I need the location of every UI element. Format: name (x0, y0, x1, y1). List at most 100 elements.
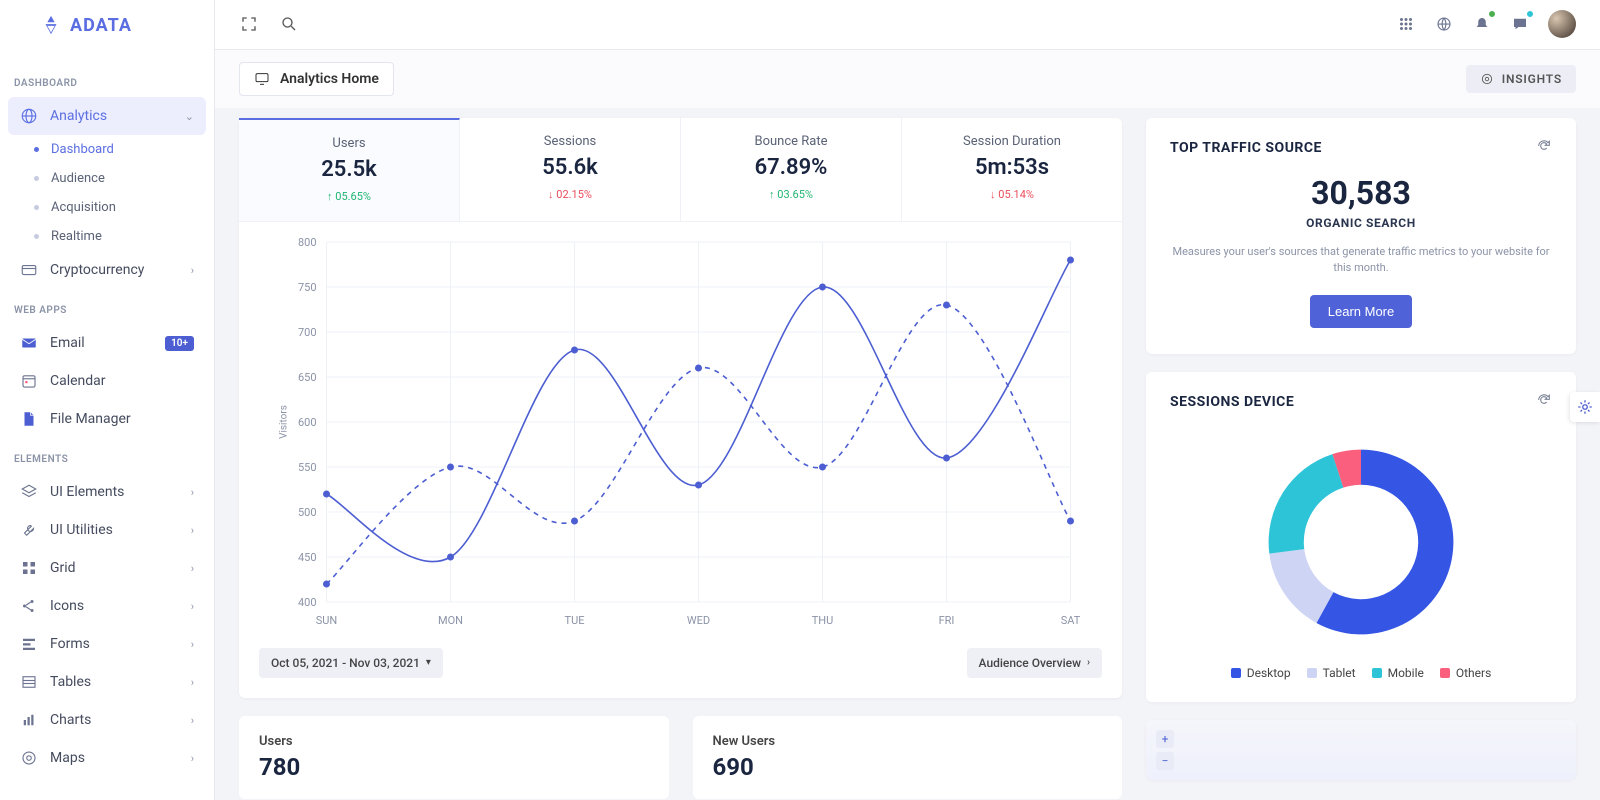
brand-text: ADATA (70, 15, 132, 36)
message-icon[interactable] (1510, 14, 1530, 34)
sidebar-item-calendar[interactable]: Calendar (8, 362, 206, 400)
refresh-icon[interactable] (1536, 138, 1552, 158)
sidebar-heading-webapps: WEB APPS (14, 305, 200, 316)
metric-value: 55.6k (468, 155, 672, 180)
map-icon (20, 749, 38, 767)
sidebar-item-grid[interactable]: Grid › (8, 549, 206, 587)
card-title: SESSIONS DEVICE (1170, 394, 1294, 410)
sidebar-item-icons[interactable]: Icons › (8, 587, 206, 625)
svg-text:450: 450 (298, 551, 317, 564)
legend-swatch (1372, 668, 1382, 678)
sidebar-item-ui-elements[interactable]: UI Elements › (8, 473, 206, 511)
svg-text:400: 400 (298, 596, 317, 609)
zoom-in-button[interactable]: + (1156, 730, 1174, 748)
brand-logo[interactable]: ADATA (0, 0, 214, 50)
audience-overview-button[interactable]: Audience Overview › (967, 648, 1102, 678)
sidebar-sub-audience[interactable]: Audience (16, 164, 206, 193)
card-title: TOP TRAFFIC SOURCE (1170, 140, 1322, 156)
mini-label: Users (259, 734, 649, 749)
metric-delta: ↓ 02.15% (468, 188, 672, 201)
file-icon (20, 410, 38, 428)
sidebar-item-label: UI Elements (50, 484, 124, 500)
legend-item-tablet[interactable]: Tablet (1307, 666, 1356, 680)
sidebar-item-analytics[interactable]: Analytics ⌄ (8, 97, 206, 135)
metric-value: 5m:53s (910, 155, 1114, 180)
map-card: + − (1146, 720, 1576, 780)
donut-chart (1251, 432, 1471, 652)
metric-tab-session-duration[interactable]: Session Duration5m:53s↓ 05.14% (902, 118, 1122, 221)
sidebar-item-email[interactable]: Email 10+ (8, 324, 206, 362)
sidebar-item-label: Cryptocurrency (50, 262, 144, 278)
fullscreen-icon[interactable] (239, 14, 259, 34)
wrench-icon (20, 521, 38, 539)
legend-swatch (1440, 668, 1450, 678)
metric-tab-bounce-rate[interactable]: Bounce Rate 67.89% ↑ 03.65% (681, 118, 902, 221)
metric-value: 25.5k (247, 157, 451, 182)
table-icon (20, 673, 38, 691)
bell-icon[interactable] (1472, 14, 1492, 34)
svg-text:THU: THU (812, 614, 834, 627)
email-badge: 10+ (165, 336, 194, 351)
svg-text:FRI: FRI (939, 614, 955, 627)
metric-label: Session Duration (910, 134, 1114, 149)
globe-icon (20, 107, 38, 125)
sidebar-item-label: Forms (50, 636, 90, 652)
target-icon (1480, 72, 1494, 86)
sidebar-sub-acquisition[interactable]: Acquisition (16, 193, 206, 222)
card-icon (20, 261, 38, 279)
chevron-right-icon: › (191, 676, 194, 689)
sidebar-item-maps[interactable]: Maps › (8, 739, 206, 777)
mini-value: 780 (259, 753, 649, 781)
message-badge (1526, 10, 1534, 18)
share-icon (20, 597, 38, 615)
visitors-chart: 400450500550600650700750800SUNMONTUEWEDT… (259, 232, 1102, 632)
zoom-out-button[interactable]: − (1156, 752, 1174, 770)
metric-tab-sessions[interactable]: Sessions 55.6k ↓ 02.15% (460, 118, 681, 221)
insights-button[interactable]: INSIGHTS (1466, 65, 1576, 93)
svg-text:650: 650 (298, 371, 317, 384)
metric-label: Bounce Rate (689, 134, 893, 149)
sidebar-item-charts[interactable]: Charts › (8, 701, 206, 739)
chevron-right-icon: › (191, 638, 194, 651)
sidebar-item-label: UI Utilities (50, 522, 113, 538)
metric-tab-users[interactable]: Users25.5k↑ 05.65% (239, 118, 460, 221)
metric-label: Sessions (468, 134, 672, 149)
grid-icon (20, 559, 38, 577)
sidebar-heading-dashboard: DASHBOARD (14, 78, 200, 89)
apps-icon[interactable] (1396, 14, 1416, 34)
metric-delta: ↑ 03.65% (689, 188, 893, 201)
svg-text:700: 700 (298, 326, 317, 339)
sidebar-item-label: Calendar (50, 373, 106, 389)
metric-value: 67.89% (689, 155, 893, 180)
sidebar-item-label: Tables (50, 674, 91, 690)
sidebar-item-file-manager[interactable]: File Manager (8, 400, 206, 438)
svg-text:600: 600 (298, 416, 317, 429)
svg-text:750: 750 (298, 281, 317, 294)
svg-text:SUN: SUN (316, 614, 338, 627)
avatar[interactable] (1548, 10, 1576, 38)
sidebar-item-tables[interactable]: Tables › (8, 663, 206, 701)
legend-item-desktop[interactable]: Desktop (1231, 666, 1291, 680)
legend-item-mobile[interactable]: Mobile (1372, 666, 1424, 680)
sidebar-item-cryptocurrency[interactable]: Cryptocurrency › (8, 251, 206, 289)
sidebar-sub-realtime[interactable]: Realtime (16, 222, 206, 251)
layers-icon (20, 483, 38, 501)
sidebar-item-ui-utilities[interactable]: UI Utilities › (8, 511, 206, 549)
sidebar-item-forms[interactable]: Forms › (8, 625, 206, 663)
learn-more-button[interactable]: Learn More (1310, 295, 1412, 328)
date-range-dropdown[interactable]: Oct 05, 2021 - Nov 03, 2021 ▾ (259, 648, 443, 678)
sidebar-sub-dashboard[interactable]: Dashboard (16, 135, 206, 164)
sidebar-item-label: File Manager (50, 411, 131, 427)
refresh-icon[interactable] (1536, 392, 1552, 412)
sidebar-item-label: Maps (50, 750, 85, 766)
search-icon[interactable] (279, 14, 299, 34)
legend-item-others[interactable]: Others (1440, 666, 1491, 680)
globe-icon[interactable] (1434, 14, 1454, 34)
topbar (215, 0, 1600, 50)
svg-text:500: 500 (298, 506, 317, 519)
brand-icon (40, 14, 62, 36)
chart-icon (20, 711, 38, 729)
settings-fab[interactable] (1570, 392, 1600, 422)
legend-swatch (1307, 668, 1317, 678)
top-traffic-card: TOP TRAFFIC SOURCE 30,583 ORGANIC SEARCH… (1146, 118, 1576, 354)
